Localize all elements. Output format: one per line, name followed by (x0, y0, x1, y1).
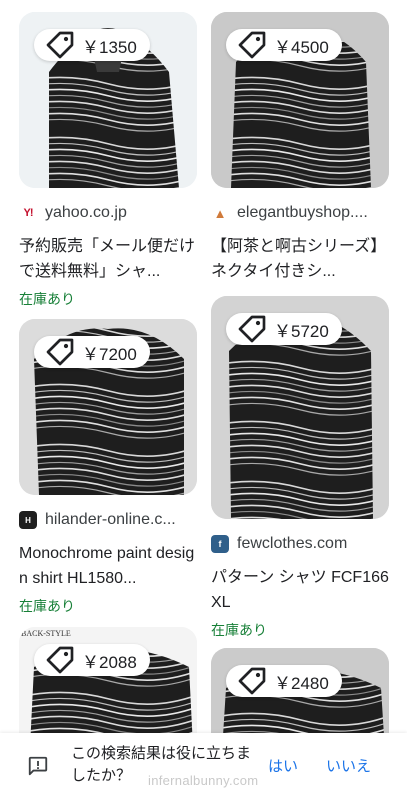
feedback-no-button[interactable]: いいえ (326, 755, 371, 776)
source-row: Y! yahoo.co.jp (19, 202, 197, 224)
feedback-yes-button[interactable]: はい (268, 755, 298, 776)
source-name: fewclothes.com (237, 535, 348, 552)
shopping-results-page: ￥1350 Y! yahoo.co.jp 予約販売「メール便だけで送料無料」シャ… (0, 0, 407, 800)
source-row: H hilander-online.c... (19, 509, 197, 531)
product-card[interactable]: ￥4500 ▲ elegantbuyshop.... 【阿茶と啊古シリーズ】 ネ… (211, 12, 389, 284)
product-title[interactable]: 【阿茶と啊古シリーズ】 ネクタイ付きシ... (211, 234, 389, 284)
product-image[interactable]: ￥7200 (19, 319, 197, 495)
price-text: ￥5720 (274, 321, 329, 341)
price-tag-icon (46, 338, 74, 366)
product-card[interactable]: ￥5720 f fewclothes.com パターン シャツ FCF166 X… (211, 296, 389, 640)
source-row: f fewclothes.com (211, 533, 389, 555)
price-tag-icon (238, 31, 266, 59)
price-tag: ￥7200 (34, 336, 150, 368)
product-title[interactable]: 予約販売「メール便だけで送料無料」シャ... (19, 234, 197, 284)
product-card[interactable]: ￥1350 Y! yahoo.co.jp 予約販売「メール便だけで送料無料」シャ… (19, 12, 197, 309)
source-name: elegantbuyshop.... (237, 204, 368, 221)
price-tag-icon (238, 667, 266, 695)
product-title[interactable]: パターン シャツ FCF166 XL (211, 565, 389, 615)
price-text: ￥1350 (82, 37, 137, 57)
price-text: ￥2088 (82, 652, 137, 672)
price-tag: ￥1350 (34, 29, 150, 61)
product-card[interactable]: ￥7200 H hilander-online.c... Monochrome … (19, 319, 197, 616)
price-text: ￥2480 (274, 673, 329, 693)
product-image[interactable]: ￥5720 (211, 296, 389, 519)
stock-status: 在庫あり (19, 291, 75, 307)
hilander-favicon-icon: H (19, 511, 37, 529)
price-tag: ￥5720 (226, 313, 342, 345)
source-name: yahoo.co.jp (45, 204, 127, 221)
price-text: ￥4500 (274, 37, 329, 57)
source-name: hilander-online.c... (45, 511, 176, 528)
price-tag: ￥2480 (226, 665, 342, 697)
fewclothes-favicon-icon: f (211, 535, 229, 553)
price-tag: ￥2088 (34, 644, 150, 676)
stock-status: 在庫あり (19, 598, 75, 614)
stock-status: 在庫あり (211, 622, 267, 638)
price-tag-icon (46, 646, 74, 674)
product-image[interactable]: ￥1350 (19, 12, 197, 188)
source-row: ▲ elegantbuyshop.... (211, 202, 389, 224)
product-title[interactable]: Monochrome paint design shirt HL1580... (19, 541, 197, 591)
price-tag: ￥4500 (226, 29, 342, 61)
price-text: ￥7200 (82, 344, 137, 364)
product-image[interactable]: ￥4500 (211, 12, 389, 188)
feedback-bar: この検索結果は役に立ちましたか？ はい いいえ infernalbunny.co… (0, 733, 407, 800)
image-caption: BACK-STYLE (21, 629, 71, 638)
price-tag-icon (238, 315, 266, 343)
yahoo-favicon-icon: Y! (23, 207, 34, 219)
feedback-icon (28, 756, 48, 776)
elegantbuyshop-favicon-icon: ▲ (213, 205, 227, 221)
watermark: infernalbunny.com (148, 773, 259, 788)
price-tag-icon (46, 31, 74, 59)
